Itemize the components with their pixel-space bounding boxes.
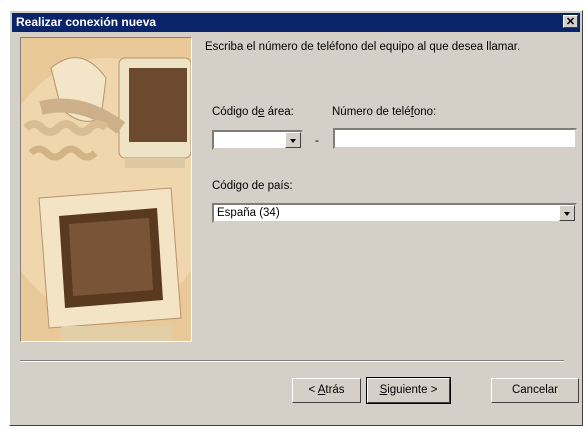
chevron-down-icon[interactable] [559, 205, 575, 221]
window-title: Realizar conexión nueva [16, 15, 157, 29]
area-code-combobox[interactable] [212, 130, 303, 150]
next-button[interactable]: Siguiente > [366, 377, 451, 404]
computer-phone-illustration [20, 37, 192, 342]
cancel-button[interactable]: Cancelar [491, 378, 579, 403]
close-icon[interactable]: ✕ [563, 15, 578, 28]
country-code-combobox[interactable]: España (34) [212, 203, 577, 223]
chevron-down-icon[interactable] [285, 132, 301, 148]
country-code-label: Código de país: [212, 180, 293, 192]
back-button[interactable]: < Atrás [292, 378, 361, 403]
instruction-text: Escriba el número de teléfono del equipo… [205, 41, 521, 53]
area-phone-separator: - [315, 133, 319, 147]
phone-number-label: Número de teléfono: [332, 106, 437, 118]
title-bar[interactable]: Realizar conexión nueva ✕ [12, 13, 580, 32]
phone-number-input[interactable] [333, 128, 577, 149]
button-separator [20, 360, 564, 362]
area-code-label: Código de área: [212, 106, 294, 118]
country-code-value: España (34) [217, 207, 280, 219]
